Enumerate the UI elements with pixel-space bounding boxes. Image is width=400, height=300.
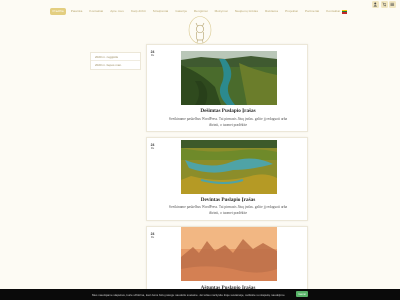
cookie-accept-button[interactable]: Gerai [296,291,308,297]
archive-link[interactable]: 2020 m. liepos mėn. [91,61,140,69]
nav-item-0[interactable]: Pradžia [50,8,67,15]
nav-item-1[interactable]: Paieška [68,8,85,15]
cookie-text: Mes naudojame slapukus, kurie užtikrina,… [92,292,286,297]
post-image[interactable] [181,140,277,194]
archive-sidebar: 2020 m. rugpjūtis 2020 m. liepos mėn. [90,52,141,70]
nav-item-9[interactable]: Naujienų tinklas [232,8,260,15]
cookie-banner: Mes naudojame slapukus, kurie užtikrina,… [0,289,400,300]
post-excerpt-line: ištrinti, o tuomet pradėkite [208,211,248,215]
nav-item-5[interactable]: Straipsniai [150,8,171,15]
cart-icon[interactable] [380,1,388,8]
nav-item-3[interactable]: Apie mus [108,8,127,15]
nav-item-13[interactable]: Kontaktai [324,8,343,15]
nav-item-4[interactable]: Kaip dirbti [128,8,148,15]
nav-item-6[interactable]: Galerija [173,8,189,15]
post-image[interactable] [181,227,277,281]
post-excerpt: Sveikiname paskelbus WordPress. Tai pirm… [151,204,305,216]
language-flag-icon[interactable] [342,10,347,14]
nav-item-12[interactable]: Partneriai [303,8,322,15]
archive-link[interactable]: 2020 m. rugpjūtis [91,53,140,61]
post-card: 24 Ru Dešimtas Puslapio Įrašas Sveikiname… [146,44,308,132]
post-image[interactable] [181,51,277,105]
main-nav: Pradžia Paieška Kontaktai Apie mus Kaip … [50,8,343,15]
site-logo[interactable] [187,15,213,45]
user-icon[interactable] [372,1,379,8]
post-excerpt: Sveikiname paskelbus WordPress. Tai pirm… [151,116,305,128]
post-title[interactable]: Dešimtas Puslapio Įrašas [147,108,309,114]
post-excerpt-line: ištrinti, o tuomet pradėkite [208,123,248,127]
post-date-month: Ru [150,54,155,57]
post-date-month: Ru [150,236,155,239]
nav-item-11[interactable]: Projektai [283,8,301,15]
post-date-badge: 24 Ru [149,143,156,150]
post-date-badge: 24 Ru [149,50,156,57]
menu-icon[interactable] [389,1,396,8]
header-tools [372,1,396,8]
nav-item-2[interactable]: Kontaktai [87,8,106,15]
post-title[interactable]: Devintas Puslapio Įrašas [147,197,309,203]
post-date-badge: 24 Ru [149,232,156,239]
nav-item-8[interactable]: Mokymai [212,8,230,15]
nav-item-7[interactable]: Renginiai [191,8,210,15]
post-date-month: Ru [150,147,155,150]
nav-item-10[interactable]: Reklama [263,8,281,15]
post-card: 24 Ru Devintas Puslapio Įrašas Sveikiname… [146,137,308,221]
